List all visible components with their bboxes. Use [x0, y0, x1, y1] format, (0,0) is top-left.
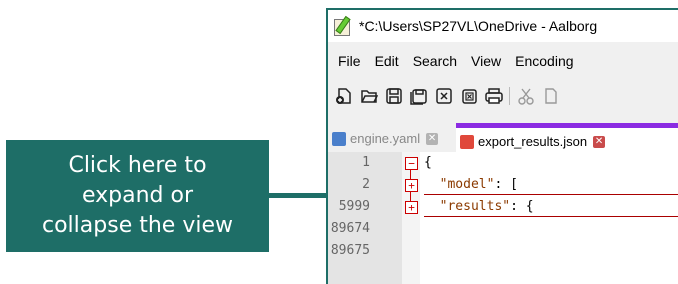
new-icon[interactable]	[335, 87, 353, 105]
save-icon[interactable]	[385, 87, 403, 105]
window-title: *C:\Users\SP27VL\OneDrive - Aalborg	[359, 18, 598, 34]
unsaved-file-icon	[460, 134, 474, 149]
separator	[509, 87, 510, 105]
code-line: 2 + "model": [	[328, 174, 678, 196]
menu-search[interactable]: Search	[413, 53, 457, 69]
code-text: "model": [	[424, 174, 518, 196]
line-number: 89674	[330, 221, 370, 236]
json-punct: : [	[494, 177, 518, 192]
code-text: {	[424, 155, 432, 170]
print-icon[interactable]	[485, 87, 503, 105]
copy-icon[interactable]	[542, 87, 560, 105]
folded-underline	[424, 194, 678, 195]
close-icon[interactable]: ✕	[426, 132, 439, 145]
tab-engine-yaml[interactable]: engine.yaml ✕	[328, 127, 439, 150]
cut-icon[interactable]	[517, 87, 535, 105]
callout-text: Click here to expand or collapse the vie…	[42, 153, 233, 238]
line-number: 5999	[338, 199, 370, 214]
callout-box: Click here to expand or collapse the vie…	[6, 140, 269, 252]
collapse-toggle[interactable]: −	[405, 157, 418, 170]
line-number: 89675	[330, 243, 370, 258]
code-line: 89675	[328, 240, 678, 262]
save-icon	[332, 131, 346, 146]
menu-file[interactable]: File	[338, 53, 361, 69]
notepad-icon	[334, 15, 352, 36]
editor-window: *C:\Users\SP27VL\OneDrive - Aalborg File…	[326, 8, 678, 284]
line-number: 1	[362, 155, 370, 170]
json-punct: : {	[510, 199, 534, 214]
menu-bar: File Edit Search View Encoding	[328, 48, 578, 74]
tab-bar: engine.yaml ✕ export_results.json ✕	[328, 123, 678, 155]
code-text: "results": {	[424, 196, 534, 218]
close-icon[interactable]: ✕	[593, 135, 606, 148]
close-all-icon[interactable]	[460, 87, 478, 105]
code-line: 5999 + "results": {	[328, 196, 678, 218]
close-icon[interactable]	[435, 87, 453, 105]
line-number: 2	[362, 177, 370, 192]
json-key: "results"	[439, 199, 511, 214]
tab-export-results-json[interactable]: export_results.json ✕	[456, 123, 678, 155]
menu-edit[interactable]: Edit	[375, 53, 399, 69]
tab-label: export_results.json	[478, 134, 588, 149]
code-editor[interactable]: 1 − { 2 + "model": [ 5999 + "results": {…	[328, 152, 678, 284]
menu-encoding[interactable]: Encoding	[515, 53, 573, 69]
folded-underline	[424, 216, 678, 217]
expand-toggle[interactable]: +	[405, 201, 418, 214]
expand-toggle[interactable]: +	[405, 179, 418, 192]
open-icon[interactable]	[360, 87, 379, 105]
code-line: 89674	[328, 218, 678, 240]
code-line: 1 − {	[328, 152, 678, 174]
menu-view[interactable]: View	[471, 53, 501, 69]
json-key: "model"	[439, 177, 495, 192]
tab-label: engine.yaml	[350, 131, 421, 146]
toolbar	[328, 82, 560, 110]
save-all-icon[interactable]	[410, 87, 428, 105]
title-bar: *C:\Users\SP27VL\OneDrive - Aalborg	[328, 10, 678, 42]
